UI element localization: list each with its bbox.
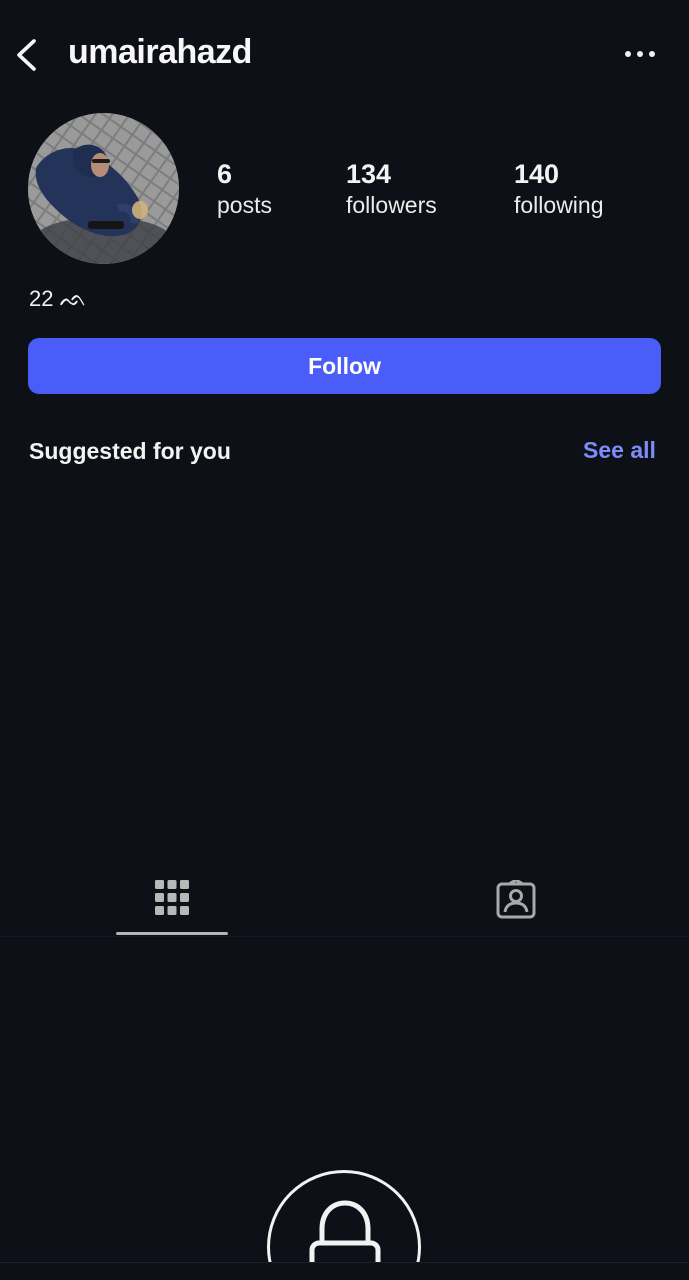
following-label: following — [514, 192, 604, 218]
posts-label: posts — [217, 192, 272, 218]
posts-count: 6 — [217, 159, 233, 189]
following-stat[interactable]: 140 following — [514, 158, 604, 220]
tabs-divider — [0, 936, 689, 937]
active-tab-indicator — [116, 932, 228, 935]
profile-photo — [28, 113, 179, 264]
tagged-person-icon — [496, 880, 536, 919]
back-button[interactable] — [14, 38, 42, 72]
see-all-link[interactable]: See all — [583, 437, 656, 464]
followers-label: followers — [346, 192, 437, 218]
grid-icon — [155, 880, 189, 915]
following-count: 140 — [514, 159, 560, 189]
profile-bio: 22 ᨒ — [29, 286, 87, 311]
suggested-title: Suggested for you — [29, 438, 231, 464]
followers-count: 134 — [346, 159, 392, 189]
tab-posts-grid[interactable] — [116, 868, 228, 936]
followers-stat[interactable]: 134 followers — [346, 158, 437, 220]
tab-tagged[interactable] — [480, 868, 552, 936]
profile-username: umairahazd — [68, 33, 252, 71]
more-horizontal-icon — [625, 51, 655, 57]
chevron-left-icon — [17, 39, 36, 71]
bottom-bar — [0, 1262, 689, 1280]
more-options-button[interactable] — [622, 44, 658, 64]
avatar[interactable] — [28, 113, 179, 264]
profile-page: umairahazd 6 posts 134 followers 140 fol… — [0, 0, 689, 1280]
follow-button[interactable]: Follow — [28, 338, 661, 394]
posts-stat: 6 posts — [217, 158, 272, 220]
